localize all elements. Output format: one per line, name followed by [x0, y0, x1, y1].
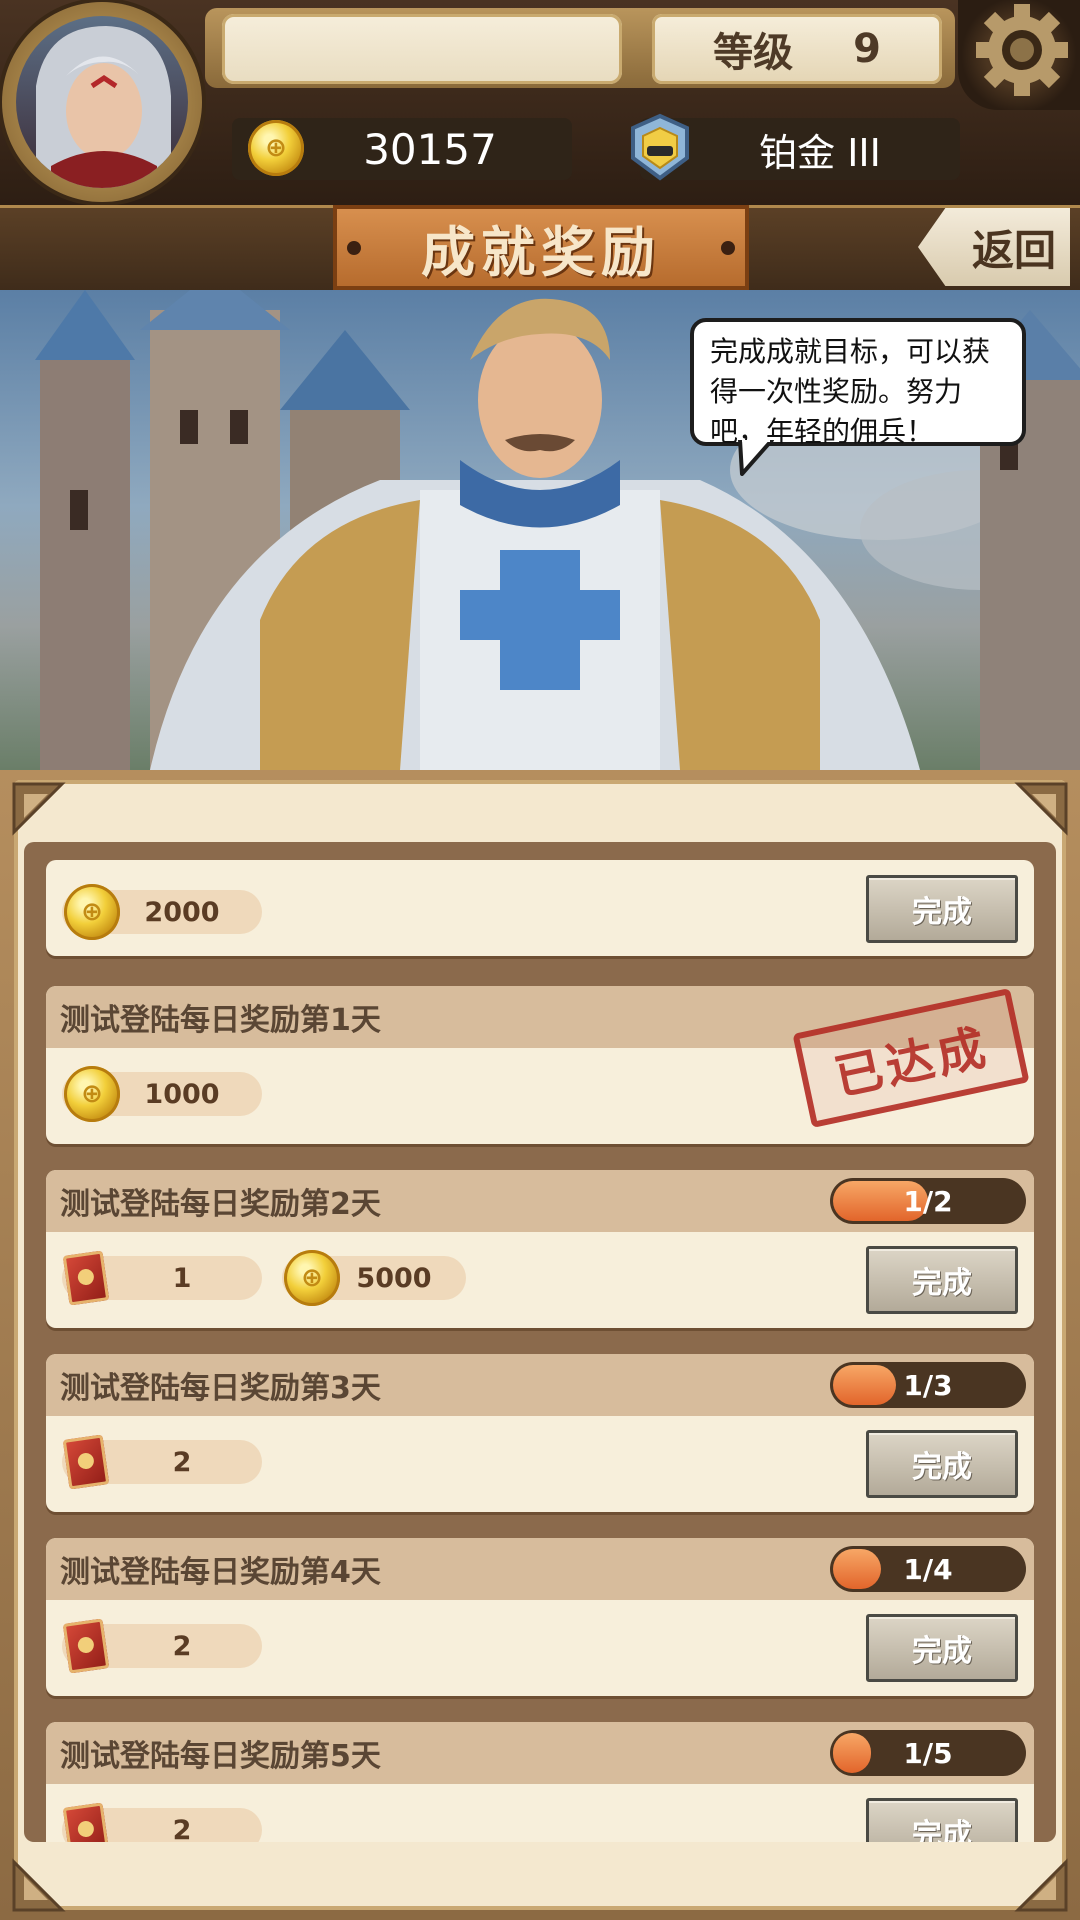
reward-amount: 1000	[144, 1078, 220, 1110]
platinum-rank-badge-icon	[631, 113, 689, 181]
complete-button[interactable]: 完成	[866, 1430, 1018, 1498]
reward-pill: 2	[62, 1434, 262, 1490]
reward-pill: ⊕ 1000	[62, 1066, 262, 1122]
achievement-list[interactable]: ⊕ 2000 完成 测试登陆每日奖励第1天 ⊕ 1000 测试登陆每日奖励第2天…	[24, 842, 1056, 1842]
settings-button[interactable]	[958, 0, 1080, 110]
corner-ornament-icon	[12, 782, 66, 836]
reward-pill: 2	[62, 1802, 262, 1843]
gold-coin-icon: ⊕	[248, 120, 304, 176]
level-plate: 等级 9	[652, 14, 942, 84]
complete-button[interactable]: 完成	[866, 875, 1018, 943]
progress-text: 1/2	[903, 1184, 953, 1218]
reward-amount: 5000	[356, 1262, 432, 1294]
reward-pill: ⊕ 2000	[62, 884, 262, 940]
level-value: 9	[853, 26, 881, 72]
player-name-field[interactable]	[222, 14, 622, 84]
complete-button[interactable]: 完成	[866, 1798, 1018, 1842]
achievement-item: 测试登陆每日奖励第2天 1/2 1 ⊕ 5000 完成	[46, 1170, 1034, 1328]
reward-amount: 2	[172, 1630, 192, 1662]
reward-amount: 2000	[144, 896, 220, 928]
achievement-item: 测试登陆每日奖励第3天 1/3 2 完成	[46, 1354, 1034, 1512]
speech-bubble: 完成成就目标，可以获得一次性奖励。努力吧，年轻的佣兵！	[690, 318, 1026, 448]
achievement-item: 测试登陆每日奖励第5天 1/5 2 完成	[46, 1722, 1034, 1842]
reward-amount: 1	[172, 1262, 192, 1294]
level-label: 等级	[713, 30, 794, 76]
player-avatar[interactable]	[16, 16, 188, 188]
reward-amount: 2	[172, 1814, 192, 1843]
reward-pill: ⊕ 5000	[282, 1250, 466, 1306]
progress-text: 1/4	[903, 1552, 953, 1586]
progress-bar: 1/5	[830, 1730, 1026, 1776]
complete-button[interactable]: 完成	[866, 1246, 1018, 1314]
reward-amount: 2	[172, 1446, 192, 1478]
nail-decoration	[721, 241, 735, 255]
corner-ornament-icon	[1014, 782, 1068, 836]
corner-ornament-icon	[12, 1858, 66, 1912]
corner-ornament-icon	[1014, 1858, 1068, 1912]
speech-bubble-tail	[738, 440, 774, 476]
gear-icon	[976, 4, 1068, 96]
achievement-item: 测试登陆每日奖励第4天 1/4 2 完成	[46, 1538, 1034, 1696]
gold-amount: 30157	[363, 124, 497, 174]
achievement-item: ⊕ 2000 完成	[46, 860, 1034, 956]
progress-text: 1/5	[903, 1736, 953, 1770]
rank-name: 铂金 III	[759, 130, 881, 175]
progress-bar: 1/2	[830, 1178, 1026, 1224]
avatar-portrait-icon	[36, 26, 171, 188]
page-title-text: 成就奖励	[421, 221, 661, 284]
nail-decoration	[347, 241, 361, 255]
progress-bar: 1/4	[830, 1546, 1026, 1592]
reward-pill: 2	[62, 1618, 262, 1674]
progress-bar: 1/3	[830, 1362, 1026, 1408]
page-title: 成就奖励	[333, 205, 749, 290]
reward-pill: 1	[62, 1250, 262, 1306]
back-button[interactable]: 返回	[918, 208, 1070, 286]
progress-text: 1/3	[903, 1368, 953, 1402]
complete-button[interactable]: 完成	[866, 1614, 1018, 1682]
